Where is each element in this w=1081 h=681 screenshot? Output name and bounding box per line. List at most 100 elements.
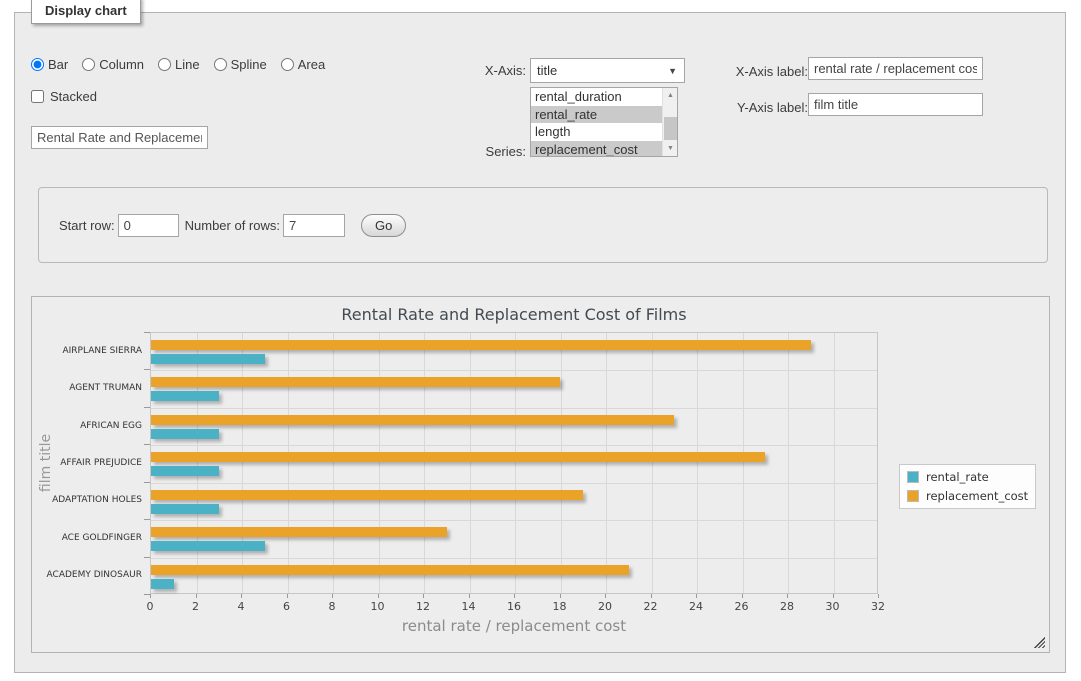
gridline	[424, 333, 425, 593]
series-options: rental_duration rental_rate length repla…	[531, 88, 662, 156]
chart-title: Rental Rate and Replacement Cost of Film…	[150, 305, 878, 324]
chart-type-column-radio[interactable]	[82, 58, 95, 71]
gridline	[151, 483, 877, 484]
y-axis-label-input[interactable]	[808, 93, 983, 116]
chart-type-line[interactable]: Line	[158, 57, 200, 72]
bar-rental_rate	[151, 579, 174, 589]
series-option[interactable]: rental_rate	[531, 106, 662, 124]
chart-type-area[interactable]: Area	[281, 57, 325, 72]
series-listbox[interactable]: rental_duration rental_rate length repla…	[530, 87, 678, 157]
scroll-up-icon[interactable]: ▲	[663, 88, 678, 103]
gridline	[151, 520, 877, 521]
gridline	[606, 333, 607, 593]
x-tick-label: 16	[499, 600, 529, 613]
bar-rental_rate	[151, 429, 219, 439]
chart-type-bar[interactable]: Bar	[31, 57, 68, 72]
category-label: AGENT TRUMAN	[32, 383, 142, 393]
x-tick	[514, 594, 515, 598]
bar-rental_rate	[151, 504, 219, 514]
x-tick-label: 14	[454, 600, 484, 613]
bar-replacement_cost	[151, 527, 447, 537]
gridline	[333, 333, 334, 593]
display-chart-panel: Display chart Bar Column Line Spline Are…	[14, 12, 1066, 673]
x-tick-label: 20	[590, 600, 620, 613]
x-tick	[605, 594, 606, 598]
category-label: AFRICAN EGG	[32, 421, 142, 431]
x-axis-select-label: X-Axis:	[456, 63, 526, 78]
gridline	[151, 558, 877, 559]
y-tick	[144, 594, 150, 595]
listbox-scrollbar[interactable]: ▲ ▼	[662, 88, 677, 156]
chart-legend: rental_rate replacement_cost	[899, 464, 1036, 509]
start-row-input[interactable]	[118, 214, 179, 237]
stacked-checkbox-row[interactable]: Stacked	[31, 89, 97, 104]
gridline	[743, 333, 744, 593]
page: Display chart Bar Column Line Spline Are…	[0, 0, 1081, 681]
x-axis-label-field-label: X-Axis label:	[718, 64, 808, 79]
category-label: AFFAIR PREJUDICE	[32, 458, 142, 468]
x-tick	[787, 594, 788, 598]
chart-type-spline-radio[interactable]	[214, 58, 227, 71]
chart-type-bar-label: Bar	[48, 57, 68, 72]
stacked-label: Stacked	[50, 89, 97, 104]
rows-panel-content: Start row: Number of rows: Go	[59, 214, 406, 237]
chart-type-column-label: Column	[99, 57, 144, 72]
x-tick-label: 24	[681, 600, 711, 613]
x-tick-label: 32	[863, 600, 893, 613]
x-tick	[560, 594, 561, 598]
rows-panel: Start row: Number of rows: Go	[38, 187, 1048, 263]
category-label: ADAPTATION HOLES	[32, 495, 142, 505]
y-tick	[144, 557, 150, 558]
y-tick	[144, 444, 150, 445]
chevron-down-icon: ▼	[668, 66, 677, 76]
scrollbar-thumb[interactable]	[664, 117, 677, 140]
x-tick-label: 22	[636, 600, 666, 613]
x-tick-label: 0	[135, 600, 165, 613]
x-tick-label: 8	[317, 600, 347, 613]
scroll-down-icon[interactable]: ▼	[663, 141, 678, 156]
x-tick-label: 4	[226, 600, 256, 613]
bar-replacement_cost	[151, 415, 674, 425]
x-tick	[287, 594, 288, 598]
stacked-checkbox[interactable]	[31, 90, 44, 103]
x-tick-label: 18	[545, 600, 575, 613]
chart-type-bar-radio[interactable]	[31, 58, 44, 71]
gridline	[242, 333, 243, 593]
chart-type-group: Bar Column Line Spline Area	[31, 57, 333, 72]
x-tick-label: 6	[272, 600, 302, 613]
chart-type-spline[interactable]: Spline	[214, 57, 267, 72]
series-option[interactable]: rental_duration	[531, 88, 662, 106]
gridline	[151, 370, 877, 371]
x-tick-label: 28	[772, 600, 802, 613]
x-tick-label: 30	[818, 600, 848, 613]
bar-rental_rate	[151, 466, 219, 476]
legend-item: replacement_cost	[907, 489, 1028, 503]
series-option[interactable]: length	[531, 123, 662, 141]
gridline	[379, 333, 380, 593]
resize-handle-icon[interactable]	[1034, 637, 1045, 648]
legend-label: rental_rate	[926, 470, 989, 484]
chart-x-axis-title: rental rate / replacement cost	[150, 617, 878, 635]
chart-type-area-radio[interactable]	[281, 58, 294, 71]
chart-type-column[interactable]: Column	[82, 57, 144, 72]
category-label: AIRPLANE SIERRA	[32, 346, 142, 356]
chart-container: Rental Rate and Replacement Cost of Film…	[31, 296, 1050, 653]
x-tick	[696, 594, 697, 598]
x-axis-select-value: title	[537, 63, 557, 78]
bar-replacement_cost	[151, 377, 560, 387]
bar-replacement_cost	[151, 565, 629, 575]
x-tick	[150, 594, 151, 598]
num-rows-input[interactable]	[283, 214, 345, 237]
go-button[interactable]: Go	[361, 214, 406, 237]
chart-type-line-radio[interactable]	[158, 58, 171, 71]
gridline	[151, 445, 877, 446]
bar-replacement_cost	[151, 340, 811, 350]
series-option[interactable]: replacement_cost	[531, 141, 662, 158]
chart-title-input[interactable]	[31, 126, 208, 149]
x-tick	[651, 594, 652, 598]
gridline	[834, 333, 835, 593]
x-axis-select[interactable]: title ▼	[530, 58, 685, 83]
x-axis-label-input[interactable]	[808, 57, 983, 80]
gridline	[515, 333, 516, 593]
category-label: ACE GOLDFINGER	[32, 533, 142, 543]
